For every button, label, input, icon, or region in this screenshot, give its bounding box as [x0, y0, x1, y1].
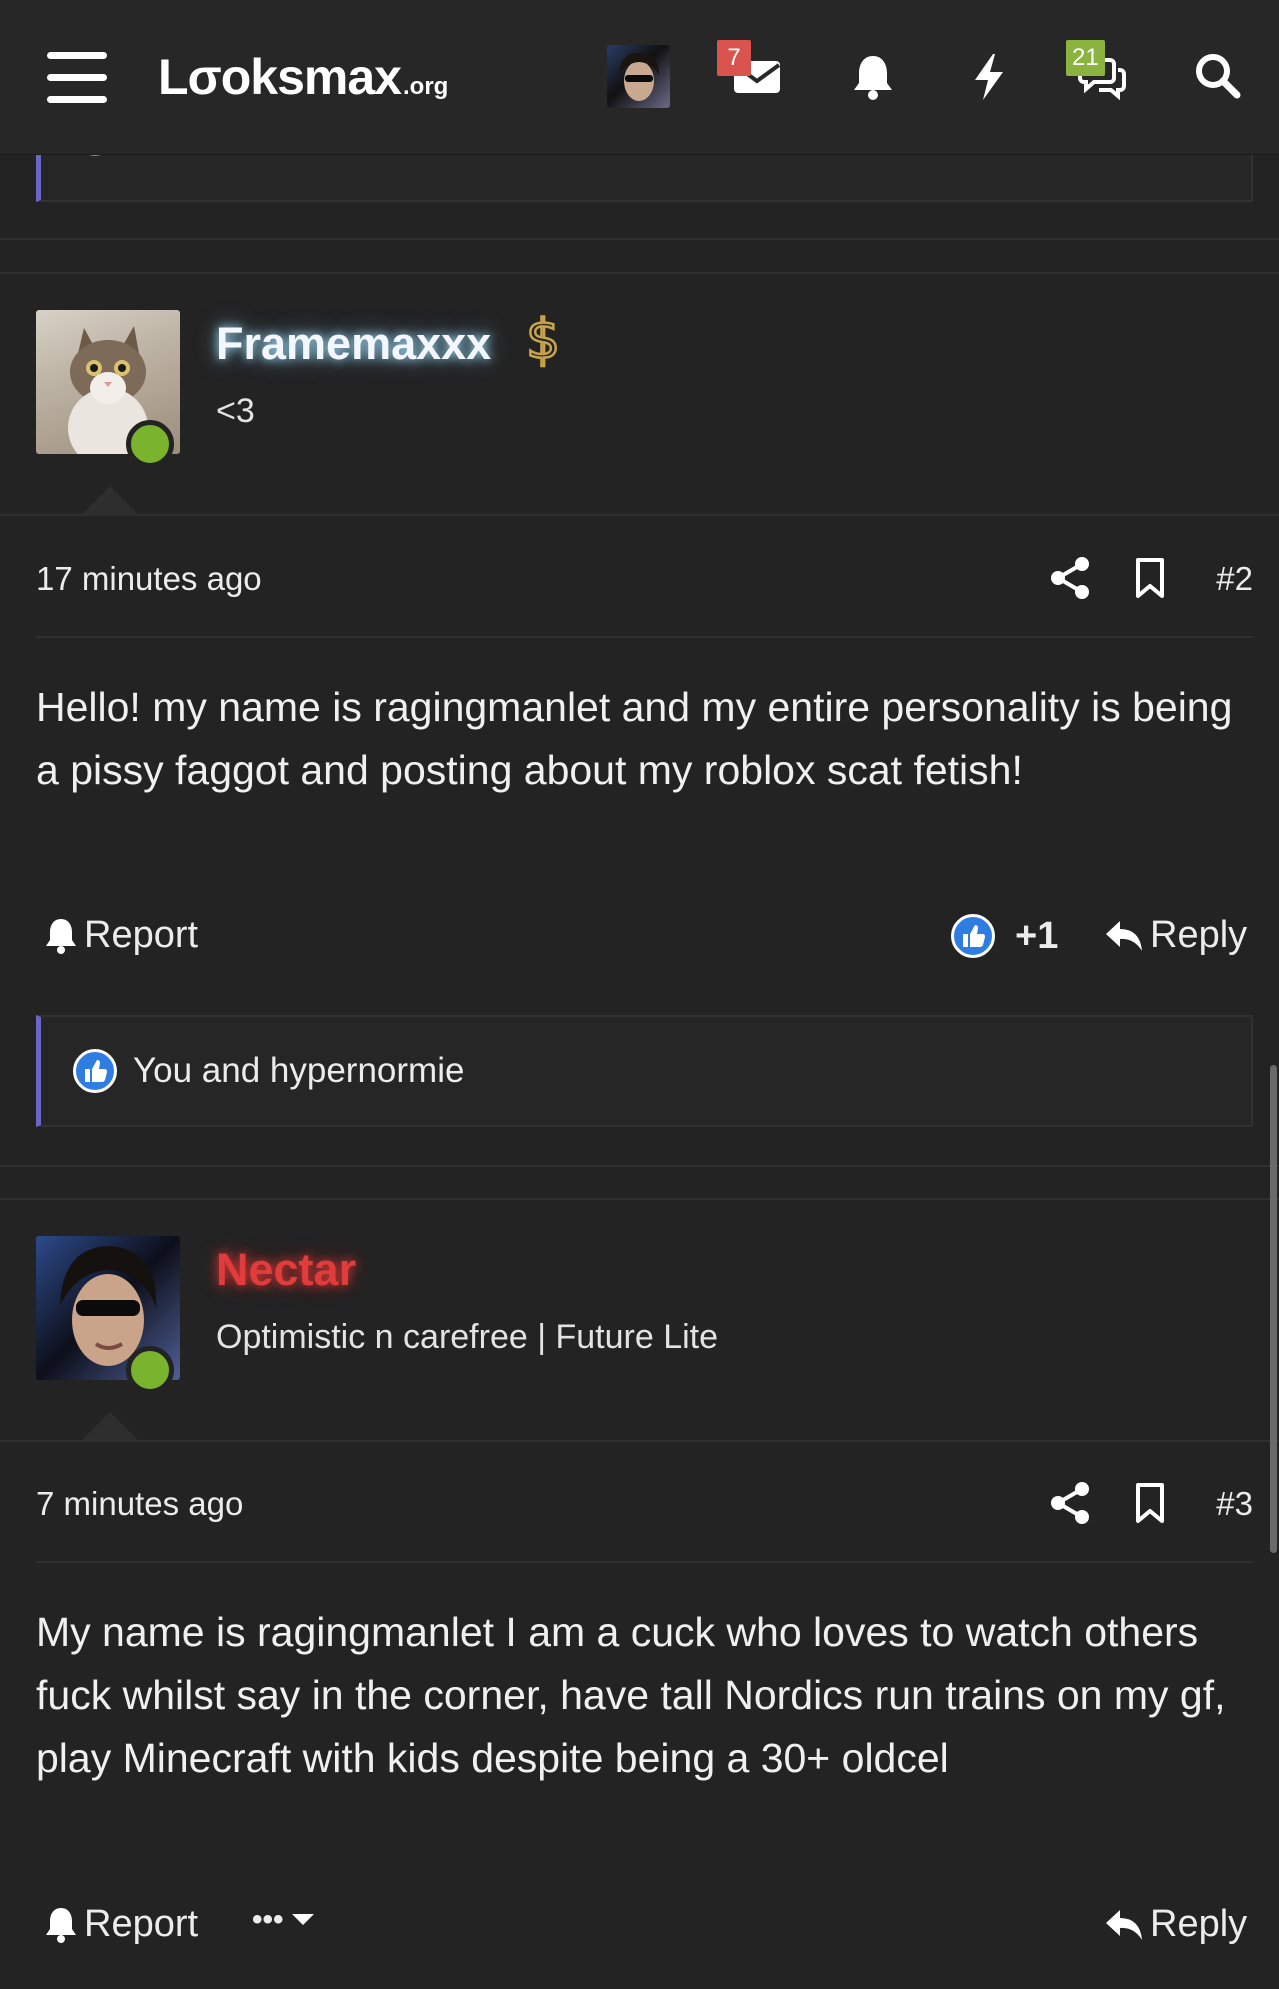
- bell-icon: [46, 1907, 76, 1943]
- reactions-summary[interactable]: You and hypernormie: [36, 1015, 1253, 1127]
- reply-label: Reply: [1150, 1903, 1248, 1945]
- bell-icon[interactable]: [844, 48, 902, 106]
- bookmark-icon[interactable]: [1128, 1481, 1172, 1525]
- reply-label: Reply: [1150, 914, 1248, 956]
- username[interactable]: Framemaxxx: [216, 318, 491, 370]
- report-label: Report: [84, 1903, 199, 1945]
- svg-text:$: $: [526, 310, 560, 368]
- share-icon[interactable]: [1048, 556, 1092, 600]
- chat-count-badge: 21: [1066, 40, 1105, 76]
- user-title: Optimistic n carefree | Future Lite: [216, 1318, 719, 1356]
- post-message: My name is ragingmanlet I am a cuck who …: [36, 1609, 1226, 1781]
- reaction-score[interactable]: +1: [951, 914, 1058, 958]
- bolt-icon[interactable]: [960, 48, 1018, 106]
- top-navigation-bar: Lσoksmax .org 7 21: [0, 0, 1279, 155]
- pointer-arrow: [80, 486, 140, 516]
- chevron-down-icon: [291, 1914, 314, 1925]
- divider: [36, 1561, 1253, 1563]
- user-title: <3: [216, 392, 255, 430]
- divider: [0, 272, 1279, 274]
- post-time[interactable]: 17 minutes ago: [36, 560, 262, 598]
- scrollbar[interactable]: [1270, 1065, 1277, 1553]
- inbox-count-badge: 7: [717, 40, 751, 76]
- account-avatar[interactable]: [607, 45, 670, 108]
- reactions-text: You and hypernormie: [133, 1051, 465, 1090]
- reply-button[interactable]: Reply: [1104, 1903, 1247, 1946]
- online-status-dot: [126, 1346, 174, 1394]
- reply-button[interactable]: Reply: [1104, 914, 1247, 957]
- logo-text: Lσoksmax: [158, 49, 402, 105]
- more-label: •••: [252, 1903, 284, 1936]
- logo-tld: .org: [402, 73, 449, 100]
- post-number[interactable]: #2: [1216, 560, 1253, 598]
- bell-icon: [46, 918, 76, 954]
- bookmark-icon[interactable]: [1128, 556, 1172, 600]
- divider: [0, 1440, 1279, 1442]
- like-icon: [951, 914, 995, 958]
- report-button[interactable]: Report: [44, 914, 198, 957]
- post-message: Hello! my name is ragingmanlet and my en…: [36, 684, 1233, 793]
- divider: [0, 238, 1279, 240]
- post-meta: 17 minutes ago #2: [36, 550, 1253, 610]
- more-options-button[interactable]: •••: [252, 1903, 316, 1937]
- username[interactable]: Nectar: [216, 1244, 356, 1296]
- post-time[interactable]: 7 minutes ago: [36, 1485, 243, 1523]
- report-button[interactable]: Report: [44, 1903, 198, 1946]
- menu-icon[interactable]: [47, 52, 107, 104]
- reply-arrow-icon: [1106, 920, 1142, 951]
- post-number[interactable]: #3: [1216, 1485, 1253, 1523]
- share-icon[interactable]: [1048, 1481, 1092, 1525]
- search-icon[interactable]: [1188, 46, 1246, 104]
- divider: [0, 514, 1279, 516]
- post-meta: 7 minutes ago #3: [36, 1475, 1253, 1535]
- reaction-count: +1: [1015, 914, 1059, 957]
- pointer-arrow: [80, 1412, 140, 1442]
- like-icon: [73, 1049, 117, 1093]
- report-label: Report: [84, 914, 199, 956]
- reply-arrow-icon: [1106, 1909, 1142, 1940]
- divider: [0, 1198, 1279, 1200]
- divider: [0, 1165, 1279, 1167]
- online-status-dot: [126, 420, 174, 468]
- dollar-badge-icon: $: [525, 310, 562, 368]
- site-logo[interactable]: Lσoksmax .org: [158, 48, 448, 106]
- divider: [36, 636, 1253, 638]
